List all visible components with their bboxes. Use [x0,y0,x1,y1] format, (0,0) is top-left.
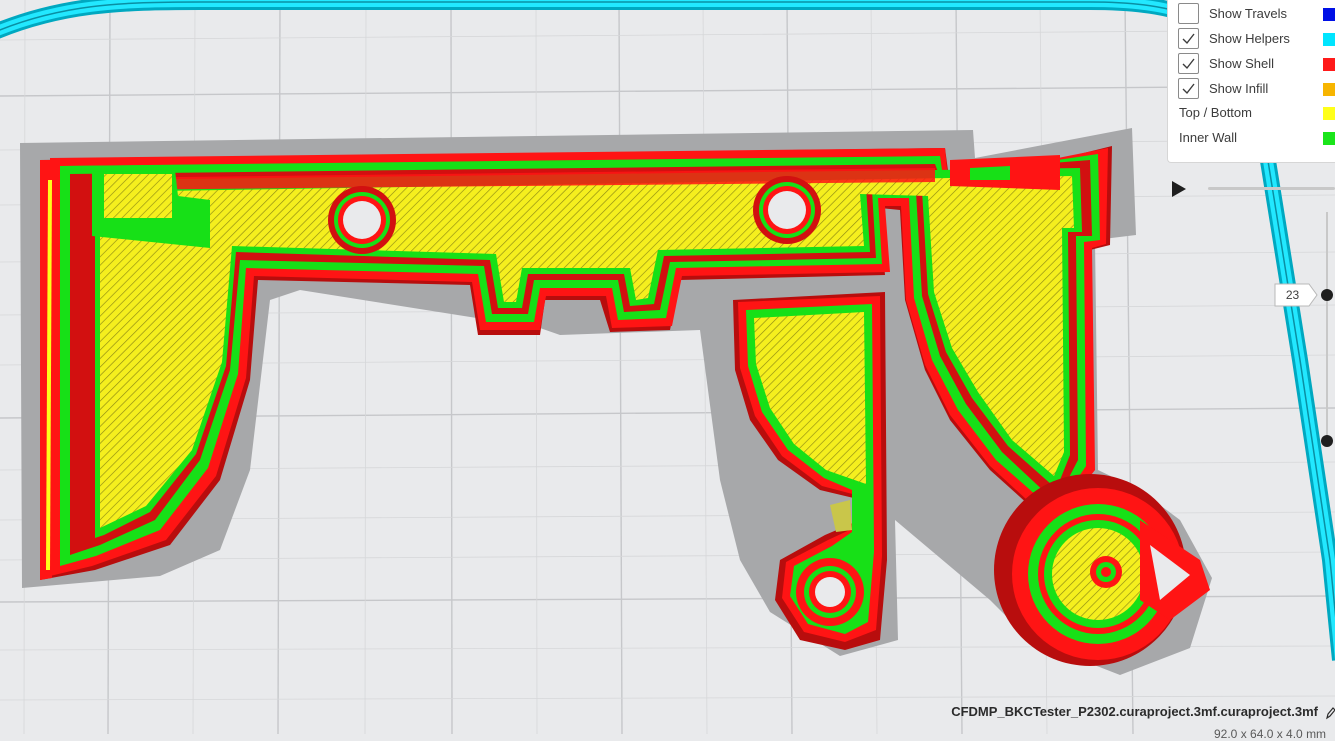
layer-slider-upper-handle[interactable] [1321,289,1333,301]
layer-path-slider[interactable] [1208,187,1335,190]
layer-view-legend: Show Travels Show Helpers Show Shell Sho… [1167,0,1335,163]
build-plate-viewport[interactable] [0,0,1335,734]
legend-row-helpers[interactable]: Show Helpers [1168,27,1335,52]
legend-row-inner-wall: Inner Wall [1168,126,1335,151]
checkmark-icon [1182,83,1195,95]
helpers-color-swatch [1323,33,1335,46]
play-icon[interactable] [1171,180,1187,198]
legend-label: Show Travels [1209,6,1288,21]
top-bottom-color-swatch [1323,107,1335,120]
legend-row-shell[interactable]: Show Shell [1168,52,1335,77]
show-helpers-checkbox[interactable] [1178,28,1199,49]
infill-color-swatch [1323,83,1335,96]
checkmark-icon [1182,33,1195,45]
legend-row-top-bottom: Top / Bottom [1168,101,1335,126]
legend-row-infill[interactable]: Show Infill [1168,77,1335,102]
legend-label: Show Helpers [1209,31,1290,46]
show-travels-checkbox[interactable] [1178,3,1199,24]
project-file-name: CFDMP_BKCTester_P2302.curaproject.3mf.cu… [951,704,1318,719]
legend-label: Inner Wall [1179,130,1238,145]
layer-number-value[interactable]: 23 [1274,283,1311,307]
show-shell-checkbox[interactable] [1178,53,1199,74]
inner-wall-color-swatch [1323,132,1335,145]
edit-pencil-icon[interactable] [1325,706,1335,720]
layer-slider-lower-handle[interactable] [1321,435,1333,447]
checkmark-icon [1182,58,1195,70]
legend-row-travels[interactable]: Show Travels [1168,2,1335,27]
shell-color-swatch [1323,58,1335,71]
legend-label: Show Shell [1209,56,1275,71]
legend-label: Show Infill [1209,81,1269,96]
model-dimensions: 92.0 x 64.0 x 4.0 mm [1214,727,1327,741]
legend-label: Top / Bottom [1179,105,1252,120]
travels-color-swatch [1323,8,1335,21]
layer-slider-track[interactable] [1326,212,1328,442]
show-infill-checkbox[interactable] [1178,78,1199,99]
